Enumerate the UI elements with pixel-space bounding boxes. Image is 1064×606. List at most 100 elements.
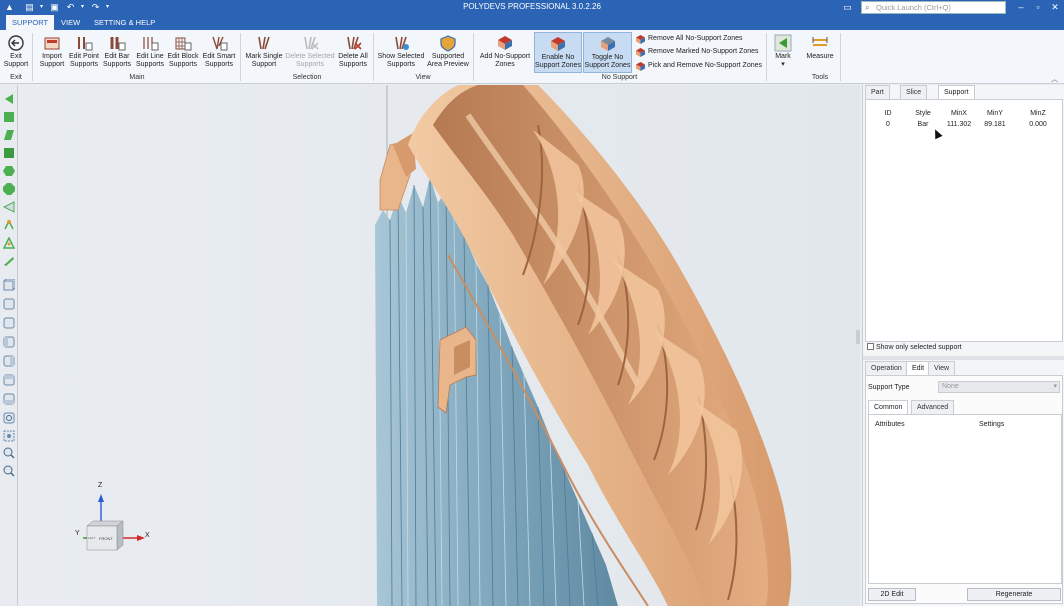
tab-setting-help[interactable]: SETTING & HELP [88, 15, 161, 30]
group-label-exit: Exit [10, 74, 22, 81]
ribbon-separator [240, 33, 241, 81]
point-tool-icon[interactable] [3, 219, 15, 231]
import-support-icon [43, 34, 61, 52]
column-header-id[interactable]: ID [870, 110, 906, 117]
show-only-selected-checkbox[interactable]: Show only selected support [867, 343, 962, 353]
column-header-miny[interactable]: MinY [977, 110, 1013, 117]
group-label-view: View [415, 74, 431, 81]
exit-icon [7, 34, 25, 52]
ribbon-separator [373, 33, 374, 81]
zoom-in-icon[interactable] [3, 447, 15, 459]
view-front-icon[interactable] [3, 298, 15, 310]
wedge-primitive-icon[interactable] [3, 201, 15, 213]
box-primitive-icon[interactable] [3, 147, 15, 159]
quick-launch-input[interactable]: ⌕ Quick Launch (Ctrl+Q) [861, 1, 1006, 14]
minimize-button[interactable]: – [1015, 1, 1027, 14]
edit-point-supports-button[interactable]: Edit Point Supports [67, 32, 101, 69]
view-left-icon[interactable] [3, 336, 15, 348]
table-row[interactable]: 0 Bar 111.302 89.181 0.000 [866, 120, 1062, 131]
close-button[interactable]: ✕ [1049, 1, 1061, 14]
show-selected-supports-button[interactable]: Show Selected Supports [377, 32, 425, 69]
edit-bar-supports-button[interactable]: Edit Bar Supports [101, 32, 133, 69]
tab-slice-list[interactable]: Slice List [900, 85, 928, 109]
delete-selected-supports-button[interactable]: Delete Selected Supports [285, 32, 335, 69]
column-header-minz[interactable]: MinZ [1020, 110, 1056, 117]
delete-all-supports-icon [344, 34, 362, 52]
support-list-table[interactable]: ID Style MinX MinY MinZ 0 Bar 111.302 89… [865, 99, 1063, 342]
remove-marked-no-support-zones-button[interactable]: Remove Marked No-Support Zones [636, 46, 759, 58]
tab-part-list[interactable]: Part List [865, 85, 890, 109]
mark-single-support-button[interactable]: Mark Single Support [244, 32, 284, 69]
support-type-select[interactable]: None ▾ [938, 381, 1060, 393]
maximize-button[interactable]: ▫ [1032, 1, 1044, 14]
view-iso-icon[interactable] [3, 279, 15, 291]
pick-and-remove-no-support-zones-button[interactable]: Pick and Remove No-Support Zones [636, 60, 762, 72]
checkbox-box[interactable] [867, 343, 874, 350]
view-bottom-icon[interactable] [3, 393, 15, 405]
delete-all-supports-button[interactable]: Delete All Supports [336, 32, 370, 69]
add-no-support-zones-button[interactable]: Add No-Support Zones [477, 32, 533, 69]
collapse-ribbon-icon[interactable]: ︿ [1051, 74, 1058, 84]
tab-support[interactable]: SUPPORT [6, 15, 55, 30]
supported-area-preview-button[interactable]: Supported Area Preview [427, 32, 469, 69]
cell-id: 0 [886, 121, 890, 128]
exit-support-button[interactable]: Exit Support [2, 32, 30, 69]
remove-zones-icon [636, 35, 645, 44]
view-right-icon[interactable] [3, 355, 15, 367]
zoom-out-icon[interactable] [3, 465, 15, 477]
import-support-button[interactable]: Import Support [36, 32, 68, 69]
view-cube-gizmo[interactable]: Z X Y FRONT LEFT [73, 480, 153, 560]
tab-common[interactable]: Common [868, 400, 909, 414]
attributes-table[interactable]: Attributes Settings [868, 414, 1062, 584]
3d-viewport[interactable]: Z X Y FRONT LEFT [18, 85, 860, 606]
cell-minx: 111.302 [946, 121, 972, 128]
view-back-icon[interactable] [3, 317, 15, 329]
edit-line-supports-icon [141, 34, 159, 52]
tab-view[interactable]: VIEW [55, 15, 86, 30]
ribbon-separator [840, 33, 841, 81]
tab-edit[interactable]: Edit [906, 361, 931, 375]
zoom-fit-icon[interactable] [3, 412, 15, 424]
mesh-tool-icon[interactable] [3, 237, 15, 249]
triangle-primitive-icon[interactable] [3, 93, 15, 105]
zoom-window-icon[interactable] [3, 430, 15, 442]
parallelogram-primitive-icon[interactable] [3, 129, 15, 141]
edit-smart-supports-button[interactable]: Edit Smart Supports [201, 32, 237, 69]
axis-label-z: Z [98, 482, 103, 489]
axis-arrows [83, 494, 145, 551]
support-type-label: Support Type [868, 384, 910, 391]
column-header-minx[interactable]: MinX [941, 110, 977, 117]
column-header-settings: Settings [979, 421, 1005, 428]
edit-point-supports-icon [75, 34, 93, 52]
tab-operation[interactable]: Operation [865, 361, 908, 375]
mark-button[interactable]: Mark ▾ [770, 32, 796, 69]
paint-tool-icon[interactable] [3, 255, 15, 267]
panel-splitter[interactable] [856, 330, 860, 344]
tab-support-list[interactable]: Support List [938, 85, 975, 109]
feedback-icon[interactable]: ▭ [842, 2, 853, 12]
ribbon-separator [32, 33, 33, 81]
edit-block-supports-button[interactable]: Edit Block Supports [166, 32, 200, 69]
search-icon: ⌕ [865, 3, 870, 12]
right-panel: Part List Slice List Support List ID Sty… [862, 85, 1064, 606]
hexagon-primitive-icon[interactable] [3, 165, 15, 177]
measure-button[interactable]: Measure [802, 32, 838, 61]
octagon-primitive-icon[interactable] [3, 183, 15, 195]
panel-divider[interactable] [863, 356, 1064, 360]
toggle-no-support-zones-button[interactable]: Toggle No Support Zones [583, 32, 632, 73]
pick-remove-zones-icon [636, 62, 645, 71]
remove-all-no-support-zones-button[interactable]: Remove All No-Support Zones [636, 33, 743, 45]
delete-selected-supports-icon [301, 34, 319, 52]
square-primitive-icon[interactable] [3, 111, 15, 123]
ribbon-separator [766, 33, 767, 81]
view-top-icon[interactable] [3, 374, 15, 386]
edit-line-supports-button[interactable]: Edit Line Supports [134, 32, 166, 69]
tab-advanced[interactable]: Advanced [911, 400, 955, 414]
group-label-tools: Tools [811, 74, 829, 81]
2d-edit-button[interactable]: 2D Edit [868, 588, 916, 601]
column-header-style[interactable]: Style [905, 110, 941, 117]
enable-no-support-zones-button[interactable]: Enable No Support Zones [534, 32, 582, 73]
edit-block-supports-icon [174, 34, 192, 52]
regenerate-button[interactable]: Regenerate [967, 588, 1061, 601]
tab-view-panel[interactable]: View [928, 361, 956, 375]
